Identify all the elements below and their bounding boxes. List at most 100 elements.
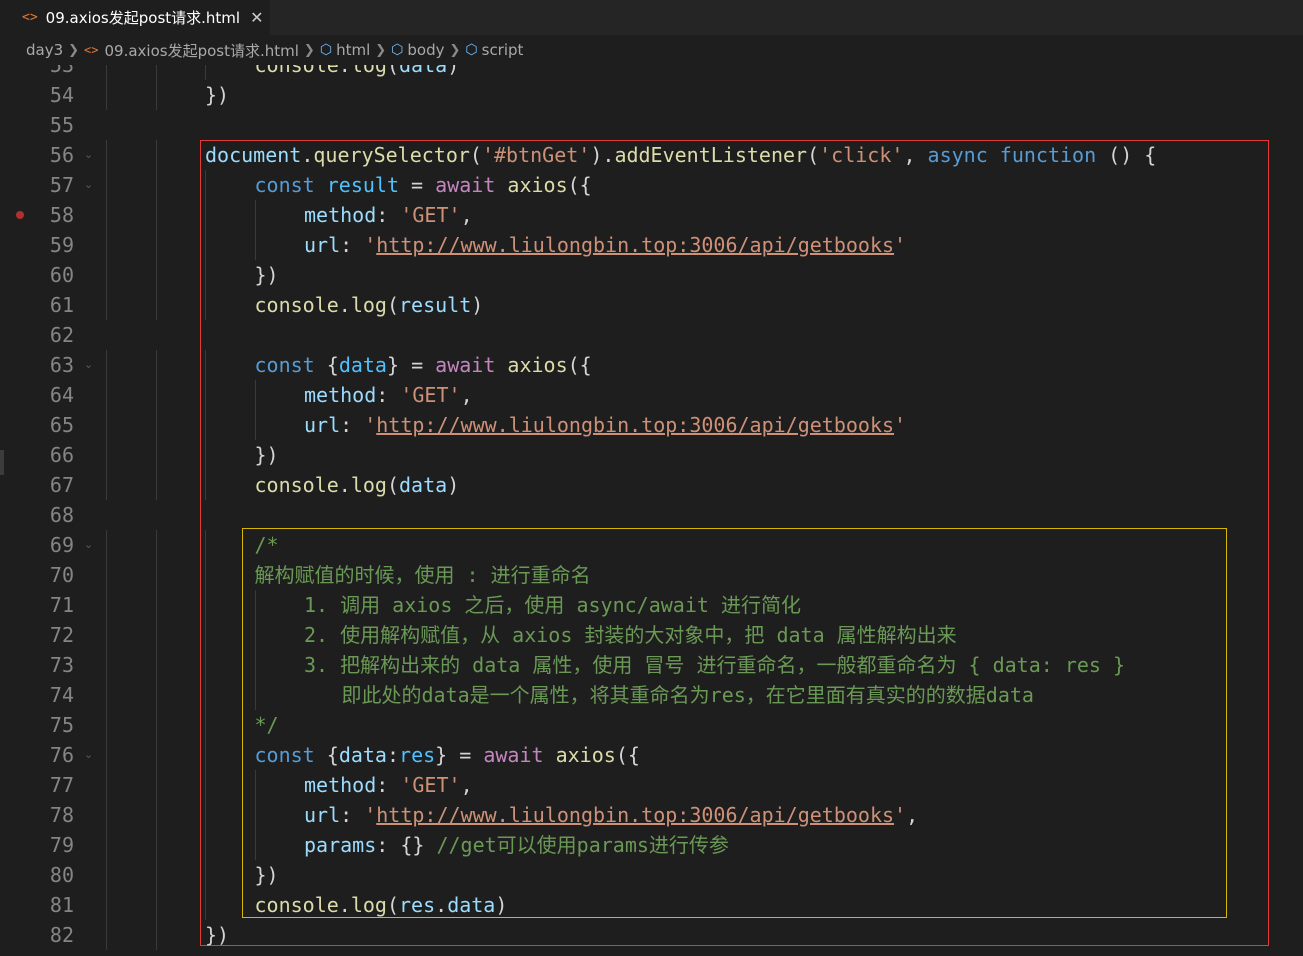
code-token: () { — [1096, 143, 1157, 167]
code-token: data — [447, 893, 496, 917]
code-token: ' — [894, 803, 907, 827]
code-token: res — [399, 743, 436, 767]
code-token: : — [340, 233, 365, 257]
indent-guide — [254, 200, 256, 230]
indent-guide — [205, 590, 206, 620]
indent-guide — [155, 260, 157, 290]
tab-title: 09.axios发起post请求.html — [45, 9, 241, 27]
indent-guide — [106, 890, 107, 920]
code-token: data — [399, 65, 448, 77]
code-token: . — [338, 293, 351, 317]
code-line: const result = await axios({ — [255, 170, 592, 200]
indent-guide — [106, 740, 107, 770]
indent-guide — [106, 260, 107, 290]
code-token: : — [376, 203, 401, 227]
indent-guide — [205, 290, 206, 320]
indent-guide — [254, 770, 256, 800]
code-token: url — [304, 233, 341, 257]
indent-guide — [155, 830, 157, 860]
code-token: axios — [507, 353, 568, 377]
indent-guide — [254, 230, 256, 260]
code-area[interactable]: console.log(data)}) document.querySelecto… — [0, 65, 1303, 956]
code-token: : {} — [376, 833, 437, 857]
code-line: 2. 使用解构赋值，从 axios 封装的大对象中，把 data 属性解构出来 — [304, 620, 957, 650]
editor-tab[interactable]: <> 09.axios发起post请求.html ✕ — [0, 0, 270, 35]
indent-guide — [106, 80, 107, 110]
breadcrumb-body[interactable]: ⬡ body — [391, 41, 444, 59]
code-token: ' — [894, 413, 907, 437]
indent-guide — [205, 65, 206, 80]
indent-guide — [106, 440, 107, 470]
code-token: http://www.liulongbin.top:3006/api/getbo… — [376, 803, 895, 827]
code-token: ) — [495, 893, 508, 917]
code-token: } = — [435, 743, 484, 767]
indent-guide — [155, 230, 157, 260]
code-line: }) — [205, 80, 229, 110]
symbol-cube-icon: ⬡ — [391, 42, 404, 58]
code-token: addEventListener — [614, 143, 808, 167]
indent-guide — [155, 740, 157, 770]
code-token: ( — [386, 893, 400, 917]
breadcrumb-html[interactable]: ⬡ html — [320, 41, 370, 59]
code-token: }) — [205, 83, 230, 107]
breadcrumb-script-label: script — [481, 41, 524, 59]
indent-guide — [205, 530, 206, 560]
code-token: console — [254, 65, 339, 77]
indent-guide — [106, 230, 107, 260]
indent-guide — [155, 140, 157, 170]
code-token: /* — [254, 533, 279, 557]
code-token: ( — [386, 473, 400, 497]
indent-guide — [106, 530, 107, 560]
code-line: document.querySelector('#btnGet').addEve… — [205, 140, 1156, 170]
indent-guide — [155, 620, 157, 650]
indent-guide — [106, 830, 107, 860]
indent-guide — [254, 590, 256, 620]
indent-guide — [155, 350, 157, 380]
indent-guide — [155, 65, 157, 80]
code-token: result — [399, 293, 472, 317]
code-token: ) — [447, 65, 460, 77]
breadcrumb: day3 ❯ <> 09.axios发起post请求.html ❯ ⬡ html ❯… — [0, 35, 1303, 65]
code-token: log — [350, 293, 387, 317]
indent-guide — [205, 740, 206, 770]
close-icon[interactable]: ✕ — [250, 8, 263, 27]
code-token: : — [340, 803, 365, 827]
code-token: 'GET' — [400, 203, 461, 227]
code-token: , — [906, 803, 919, 827]
code-token: }) — [205, 923, 230, 947]
indent-guide — [155, 710, 157, 740]
indent-guide — [155, 860, 157, 890]
code-token: const — [254, 353, 315, 377]
indent-guide — [106, 380, 107, 410]
code-token: { — [314, 743, 339, 767]
indent-guide — [205, 260, 206, 290]
indent-guide — [155, 890, 157, 920]
code-token: , — [460, 203, 473, 227]
indent-guide — [106, 770, 107, 800]
code-line: 解构赋值的时候，使用 : 进行重命名 — [255, 560, 591, 590]
code-line: }) — [255, 260, 279, 290]
code-line: const {data:res} = await axios({ — [255, 740, 640, 770]
code-line: }) — [255, 440, 279, 470]
indent-guide — [205, 620, 206, 650]
indent-guide — [106, 290, 107, 320]
code-line: /* — [255, 530, 279, 560]
code-line: console.log(data) — [255, 470, 460, 500]
breadcrumb-file[interactable]: <> 09.axios发起post请求.html — [84, 40, 299, 61]
code-token: result — [326, 173, 400, 197]
code-line: }) — [205, 920, 229, 950]
code-line: 3. 把解构出来的 data 属性，使用 冒号 进行重命名，一般都重命名为 { … — [304, 650, 1125, 680]
code-token: const — [254, 173, 315, 197]
html-file-icon: <> — [22, 10, 38, 25]
code-token: await — [483, 743, 544, 767]
code-token: data — [338, 353, 387, 377]
code-token: . — [338, 473, 351, 497]
indent-guide — [155, 530, 157, 560]
indent-guide — [155, 800, 157, 830]
breadcrumb-script[interactable]: ⬡ script — [465, 41, 523, 59]
breadcrumb-folder[interactable]: day3 — [26, 41, 63, 59]
indent-guide — [155, 590, 157, 620]
indent-guide — [205, 350, 206, 380]
code-editor[interactable]: 53 54 55 56 ⌄ 57 ⌄ 58 59 60 61 62 63 ⌄ 64 65 66 67 68 69 ⌄ 70… — [0, 65, 1303, 956]
code-token: : — [376, 383, 401, 407]
